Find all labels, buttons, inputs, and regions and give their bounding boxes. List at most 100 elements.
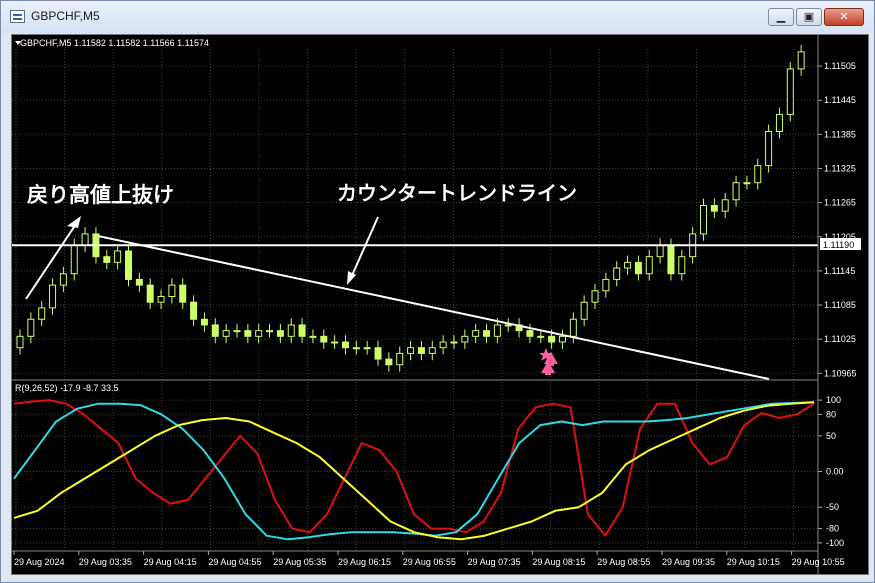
candle <box>168 278 176 304</box>
mt4-chart-window: GBPCHF,M5 ▁ ▣ ✕ 戻り高値上抜け カウンタートレンドライン 1.1… <box>0 0 875 583</box>
minimize-icon: ▁ <box>776 10 786 23</box>
candle <box>124 244 132 287</box>
candle-body <box>656 244 664 258</box>
restore-button[interactable]: ▣ <box>796 8 822 26</box>
candle-body <box>81 233 89 246</box>
symbol-info: GBPCHF,M5 1.11582 1.11582 1.11566 1.1157… <box>20 38 209 48</box>
time-tick-label: 29 Aug 08:15 <box>532 557 585 567</box>
candle-body <box>624 261 632 269</box>
candle-body <box>266 330 274 333</box>
candle <box>515 318 523 338</box>
candle <box>363 340 371 355</box>
candle <box>266 323 274 338</box>
candle <box>450 335 458 349</box>
candle <box>233 323 241 338</box>
indicator-line-cyan <box>13 401 815 541</box>
candle-body <box>103 256 111 263</box>
candle <box>49 278 57 315</box>
candle <box>504 318 512 332</box>
candle-body <box>255 330 263 337</box>
price-tick-label: 1.11025 <box>824 334 856 344</box>
candle-body <box>276 330 284 337</box>
candle-body <box>70 244 78 275</box>
candle-body <box>396 352 404 366</box>
time-tick-label: 29 Aug 08:55 <box>597 557 650 567</box>
minimize-button[interactable]: ▁ <box>768 8 794 26</box>
candle <box>59 266 67 292</box>
candle-body <box>374 347 382 360</box>
price-tick-label: 1.11505 <box>824 61 856 71</box>
candle-body <box>645 256 653 275</box>
annotation-breakout: 戻り高値上抜け <box>27 183 174 207</box>
candle-body <box>786 68 794 115</box>
time-tick-label: 29 Aug 04:55 <box>208 557 261 567</box>
candle <box>287 318 295 344</box>
candle-body <box>580 301 588 320</box>
candle-body <box>678 256 686 275</box>
candle-body <box>320 335 328 343</box>
chart-area[interactable]: 戻り高値上抜け カウンタートレンドライン 1.11505 1.11445 1.113… <box>11 34 869 575</box>
chart-canvas: 戻り高値上抜け カウンタートレンドライン 1.11505 1.11445 1.113… <box>12 35 861 574</box>
price-tick-label: 1.11085 <box>824 300 856 310</box>
candle-body <box>407 347 415 354</box>
title-bar[interactable]: GBPCHF,M5 ▁ ▣ ✕ <box>1 1 874 33</box>
candle-body <box>157 296 165 303</box>
candle <box>775 107 783 139</box>
close-icon: ✕ <box>839 10 849 23</box>
price-tick-label: 1.11145 <box>824 266 855 276</box>
candle-body <box>385 358 393 366</box>
candle <box>341 335 349 355</box>
candle-body <box>244 330 252 337</box>
close-button[interactable]: ✕ <box>824 8 864 26</box>
indicator-line-red <box>13 399 815 537</box>
candle-body <box>146 284 154 303</box>
price-tick-label: 1.11265 <box>824 198 856 208</box>
candle <box>200 312 208 332</box>
arrow-trendline-head <box>347 271 356 285</box>
candle <box>385 352 393 372</box>
candle <box>103 249 111 270</box>
candle-body <box>179 284 187 303</box>
time-tick-label: 29 Aug 10:55 <box>792 557 845 567</box>
candle-body <box>613 267 621 280</box>
grid <box>12 49 818 551</box>
time-tick-label: 29 Aug 03:35 <box>79 557 132 567</box>
time-tick-label: 29 Aug 09:35 <box>662 557 715 567</box>
candle <box>645 249 653 281</box>
window-title: GBPCHF,M5 <box>31 9 100 23</box>
candle <box>255 323 263 344</box>
candle <box>179 278 187 310</box>
candle <box>135 272 143 292</box>
candle <box>27 312 35 344</box>
candle <box>407 340 415 361</box>
indicator-tick-label: 0.00 <box>826 467 844 477</box>
indicator-tick-label: -80 <box>826 524 839 534</box>
candle-body <box>700 204 708 235</box>
candle-body <box>200 318 208 326</box>
candle-body <box>483 330 491 337</box>
candle-body <box>124 250 132 280</box>
time-tick-label: 29 Aug 06:15 <box>338 557 391 567</box>
candle <box>710 198 718 218</box>
candle <box>190 295 198 327</box>
candle <box>157 289 165 310</box>
candle <box>602 272 610 298</box>
candle <box>352 340 360 355</box>
candle-body <box>754 165 762 184</box>
indicator-tick-label: 80 <box>826 409 836 419</box>
candle-body <box>114 250 122 263</box>
candle <box>765 124 773 173</box>
candle <box>146 278 154 310</box>
candle-body <box>352 347 360 350</box>
candles <box>16 45 805 372</box>
chart-window-icon <box>10 10 25 23</box>
candle-body <box>504 324 512 327</box>
candle-body <box>135 278 143 286</box>
candle <box>797 45 805 76</box>
candle-body <box>634 261 642 275</box>
candle-body <box>569 318 577 337</box>
candle-body <box>797 51 805 70</box>
candle-body <box>287 324 295 337</box>
indicator-tick-label: 100 <box>826 395 841 405</box>
candle <box>624 255 632 275</box>
